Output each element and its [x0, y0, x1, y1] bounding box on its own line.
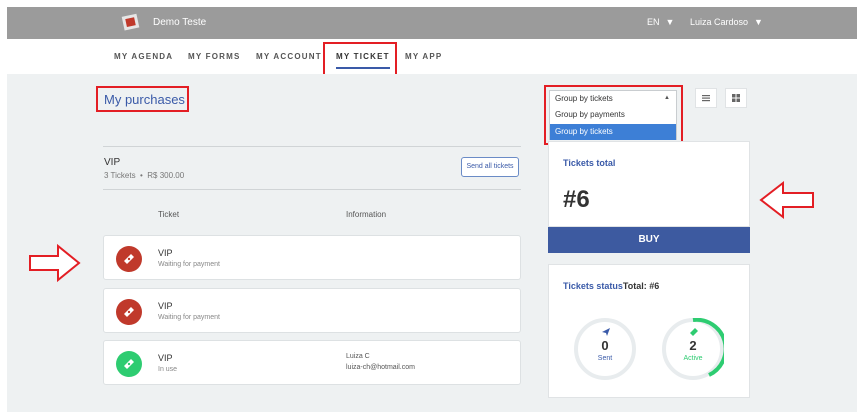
ticket-status: Waiting for payment	[158, 314, 220, 321]
tickets-total-value: #6	[563, 186, 590, 213]
sent-count: 0	[601, 338, 609, 353]
tickets-total-panel: Tickets total #6	[548, 141, 750, 227]
tickets-status-label: Tickets statusTotal: #6	[563, 281, 660, 291]
user-menu[interactable]: Luiza Cardoso ▼	[690, 17, 763, 27]
highlight-box	[544, 85, 683, 145]
sent-label: Sent	[597, 355, 613, 362]
ticket-status: In use	[158, 366, 178, 373]
tab-my-agenda[interactable]: MY AGENDA	[114, 52, 173, 61]
active-count: 2	[689, 338, 697, 353]
app-logo[interactable]	[120, 11, 142, 33]
divider	[103, 146, 521, 147]
ticket-status: Waiting for payment	[158, 261, 220, 268]
ticket-card[interactable]: VIP Waiting for payment	[103, 235, 521, 280]
send-icon	[602, 328, 610, 336]
ticket-card[interactable]: VIP Waiting for payment	[103, 288, 521, 333]
column-header-information: Information	[346, 210, 387, 219]
highlight-box	[96, 86, 189, 112]
active-label: Active	[683, 355, 703, 362]
tab-my-app[interactable]: MY APP	[405, 52, 442, 61]
grid-view-button[interactable]	[725, 88, 747, 108]
top-bar: Demo Teste EN ▼ Luiza Cardoso ▼	[7, 7, 857, 39]
buy-button[interactable]: BUY	[548, 227, 750, 253]
ticket-card[interactable]: VIP In use Luiza C luiza-ch@hotmail.com	[103, 340, 521, 385]
highlight-box	[323, 42, 397, 76]
ticket-icon	[116, 299, 142, 325]
group-name: VIP	[104, 157, 121, 168]
sent-gauge: 0 Sent	[574, 318, 636, 380]
tab-my-forms[interactable]: MY FORMS	[188, 52, 241, 61]
language-selector[interactable]: EN ▼	[647, 17, 674, 27]
tickets-total-label: Tickets total	[563, 158, 616, 168]
tab-my-account[interactable]: MY ACCOUNT	[256, 52, 322, 61]
app-name: Demo Teste	[153, 17, 207, 28]
column-header-ticket: Ticket	[158, 210, 180, 219]
chevron-down-icon: ▼	[665, 17, 675, 27]
chevron-down-icon: ▼	[754, 17, 763, 27]
send-all-tickets-button[interactable]: Send all tickets	[461, 157, 519, 177]
grid-icon	[732, 94, 740, 102]
main-nav: MY AGENDA MY FORMS MY ACCOUNT MY TICKET …	[7, 39, 857, 74]
ticket-name: VIP	[158, 353, 173, 363]
ticket-icon	[116, 246, 142, 272]
ticket-holder-email: luiza-ch@hotmail.com	[346, 364, 415, 371]
list-icon	[702, 95, 710, 102]
ticket-holder-name: Luiza C	[346, 353, 370, 360]
ticket-name: VIP	[158, 301, 173, 311]
ticket-icon	[690, 328, 698, 336]
divider	[103, 189, 521, 190]
arrow-right-icon	[29, 243, 81, 283]
arrow-left-icon	[759, 180, 814, 220]
ticket-name: VIP	[158, 248, 173, 258]
group-summary: 3 Tickets • R$ 300.00	[104, 171, 185, 180]
ticket-icon	[116, 351, 142, 377]
active-gauge: 2 Active	[662, 318, 724, 380]
list-view-button[interactable]	[695, 88, 717, 108]
